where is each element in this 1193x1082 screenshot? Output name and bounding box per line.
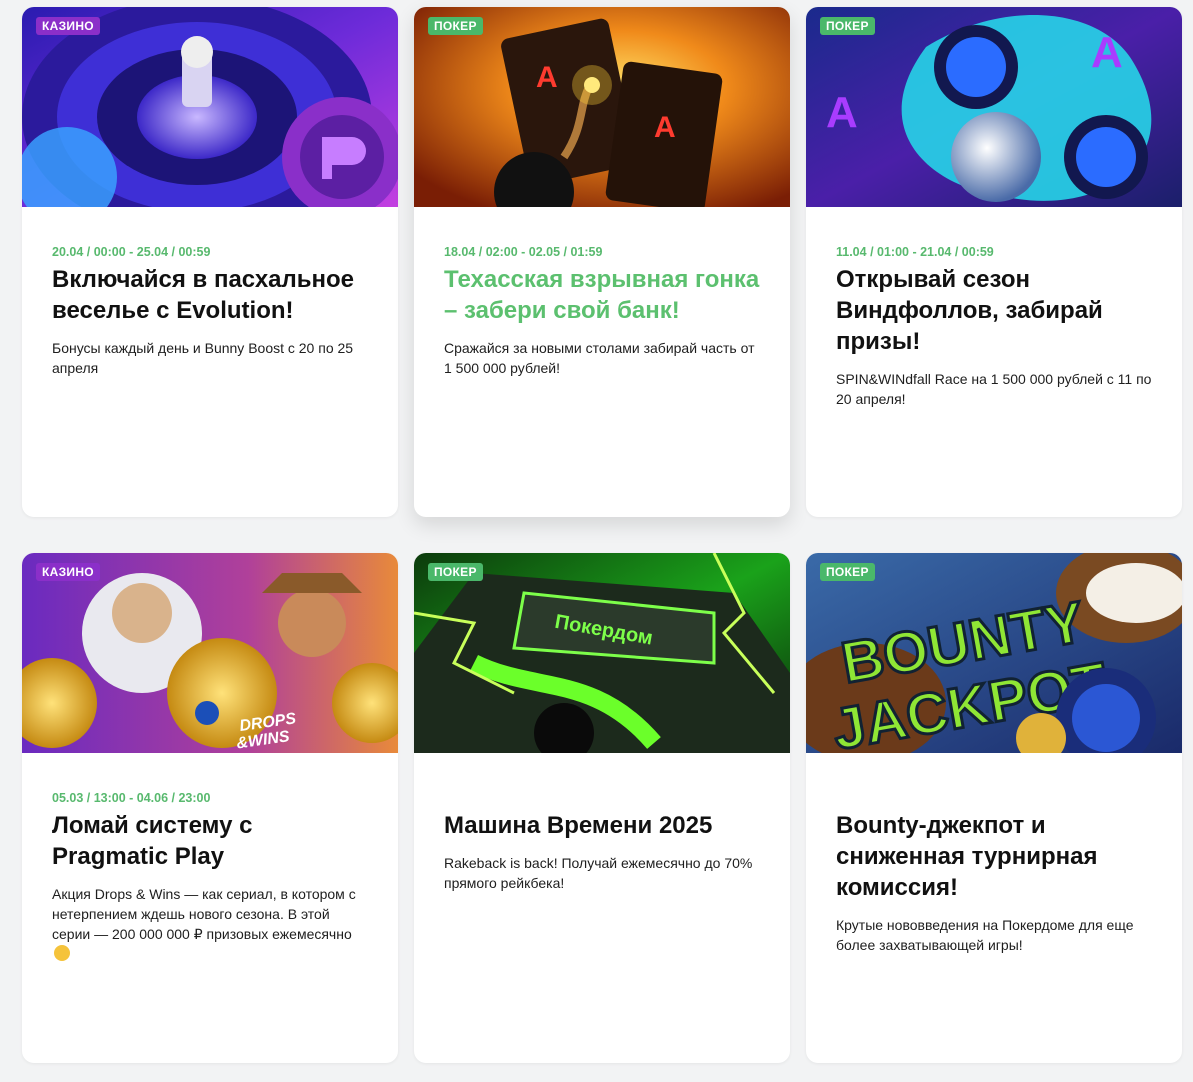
promo-banner-image: BOUNTY JACKPOT xyxy=(806,553,1182,753)
promo-card-evolution[interactable]: КАЗИНО 20.04 / 00:00 - 25.04 / 00:59 Вкл… xyxy=(22,7,398,517)
promo-description-wrap: Акция Drops & Wins — как сериал, в котор… xyxy=(52,884,368,964)
promo-description: Сражайся за новыми столами забирай часть… xyxy=(444,340,755,376)
bomb-cards-icon: A A xyxy=(414,7,790,207)
svg-text:A: A xyxy=(826,88,858,137)
promo-description: Крутые нововведения на Покердоме для еще… xyxy=(836,917,1134,953)
promo-date xyxy=(836,791,1152,806)
promo-description: Акция Drops & Wins — как сериал, в котор… xyxy=(52,886,356,942)
promo-card-texas-race[interactable]: A A ПОКЕР 18.04 / 02:00 - 02.05 / 01:59 … xyxy=(414,7,790,517)
promo-card-bounty-jackpot[interactable]: BOUNTY JACKPOT ПОКЕР Bounty-джекпот и сн… xyxy=(806,553,1182,1063)
category-badge: ПОКЕР xyxy=(820,563,875,581)
promo-date: 05.03 / 13:00 - 04.06 / 23:00 xyxy=(52,791,211,805)
promo-card-time-machine[interactable]: Покердом ПОКЕР Машина Времени 2025 Rakeb… xyxy=(414,553,790,1063)
promo-title[interactable]: Ломай систему с Pragmatic Play xyxy=(52,810,368,872)
time-machine-car-icon: Покердом xyxy=(414,553,790,753)
promo-banner-image: A A xyxy=(806,7,1182,207)
bounty-jackpot-icon: BOUNTY JACKPOT xyxy=(806,553,1182,753)
promo-card-windfall[interactable]: A A ПОКЕР 11.04 / 01:00 - 21.04 / 00:59 … xyxy=(806,7,1182,517)
promo-description: Бонусы каждый день и Bunny Boost с 20 по… xyxy=(52,340,354,376)
drops-wins-icon: DROPS &WINS xyxy=(22,553,398,753)
promo-title[interactable]: Bounty-джекпот и сниженная турнирная ком… xyxy=(836,810,1152,903)
promo-title[interactable]: Машина Времени 2025 xyxy=(444,810,760,841)
promo-date: 20.04 / 00:00 - 25.04 / 00:59 xyxy=(52,245,211,259)
category-badge: ПОКЕР xyxy=(428,17,483,35)
svg-text:A: A xyxy=(536,61,558,94)
promo-description: Rakeback is back! Получай ежемесячно до … xyxy=(444,855,753,891)
svg-text:A: A xyxy=(654,111,676,144)
category-badge: ПОКЕР xyxy=(428,563,483,581)
svg-text:A: A xyxy=(1091,28,1123,77)
category-badge: ПОКЕР xyxy=(820,17,875,35)
promo-date: 18.04 / 02:00 - 02.05 / 01:59 xyxy=(444,245,603,259)
category-badge: КАЗИНО xyxy=(36,563,100,581)
promo-description: SPIN&WINdfall Race на 1 500 000 рублей с… xyxy=(836,371,1152,407)
promo-banner-image xyxy=(22,7,398,207)
promo-banner-image: Покердом xyxy=(414,553,790,753)
promo-date xyxy=(444,791,760,806)
promo-title[interactable]: Открывай сезон Виндфоллов, забирай призы… xyxy=(836,264,1152,357)
category-badge: КАЗИНО xyxy=(36,17,100,35)
star-struck-emoji-icon xyxy=(54,945,70,961)
roulette-wheel-icon xyxy=(22,7,398,207)
fidget-spinner-icon: A A xyxy=(806,7,1182,207)
promo-title[interactable]: Включайся в пасхальное веселье с Evoluti… xyxy=(52,264,368,326)
promo-banner-image: DROPS &WINS xyxy=(22,553,398,753)
promo-date: 11.04 / 01:00 - 21.04 / 00:59 xyxy=(836,245,994,259)
promo-card-pragmatic[interactable]: DROPS &WINS КАЗИНО 05.03 / 13:00 - 04.06… xyxy=(22,553,398,1063)
promo-banner-image: A A xyxy=(414,7,790,207)
promo-title[interactable]: Техасская взрывная гонка – забери свой б… xyxy=(444,264,760,326)
